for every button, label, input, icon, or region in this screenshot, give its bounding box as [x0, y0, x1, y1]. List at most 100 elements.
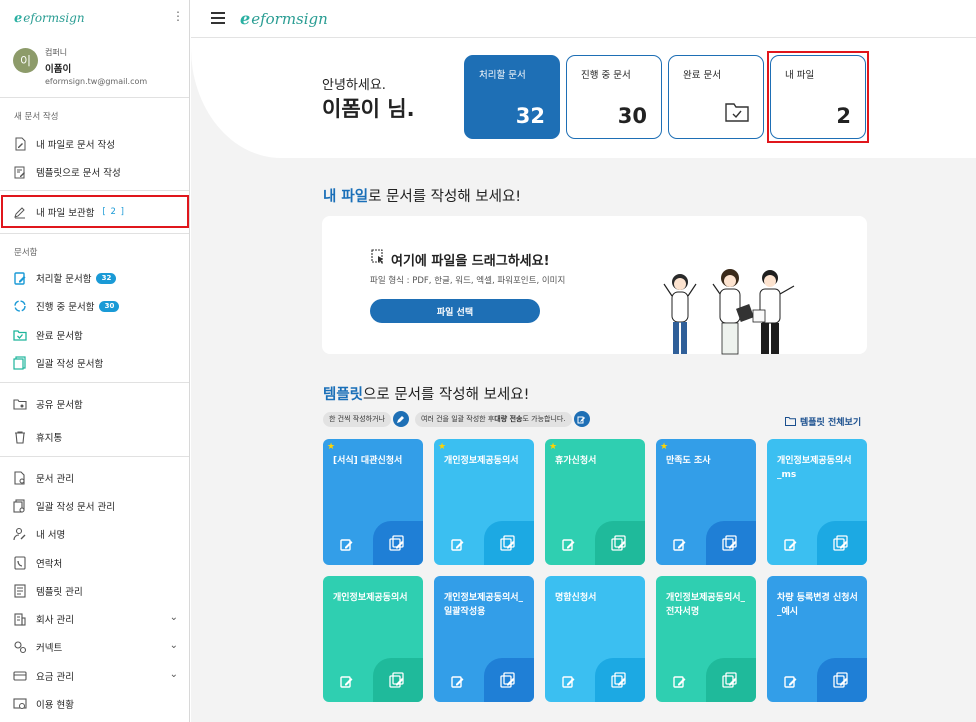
template-card[interactable]: ★ 휴가신청서: [545, 439, 645, 565]
sidebar-item-in-progress[interactable]: 진행 중 문서함 30: [0, 293, 189, 319]
stat-value: 32: [515, 104, 545, 128]
single-write-icon[interactable]: [340, 536, 354, 551]
bulk-write-icon[interactable]: [595, 521, 645, 565]
bulk-write-icon[interactable]: [373, 658, 423, 702]
single-write-icon[interactable]: [340, 673, 354, 688]
sidebar-item-label: 공유 문서함: [36, 400, 83, 411]
multi-pen-circle-icon: [573, 411, 590, 427]
template-hint-row: 한 건씩 작성하거나 여러 건을 일괄 작성한 후 대량 전송 도 가능합니다.: [323, 411, 596, 427]
template-card[interactable]: 명함신청서: [545, 576, 645, 702]
chevron-down-icon[interactable]: ⌄: [170, 669, 178, 680]
sidebar-item-completed[interactable]: 완료 문서함: [0, 322, 189, 348]
template-card[interactable]: ★ [서식] 대관신청서: [323, 439, 423, 565]
single-write-icon[interactable]: [451, 536, 465, 551]
bulk-write-icon[interactable]: [706, 658, 756, 702]
greeting-text: 안녕하세요.: [322, 78, 386, 93]
single-write-icon[interactable]: [451, 673, 465, 688]
chevron-down-icon[interactable]: ⌄: [170, 612, 178, 623]
stat-card-in-progress[interactable]: 진행 중 문서 30: [566, 55, 662, 139]
star-icon[interactable]: ★: [327, 442, 335, 452]
star-icon[interactable]: ★: [549, 442, 557, 452]
sidebar-item-bulk-manage[interactable]: 일괄 작성 문서 관리: [0, 493, 189, 519]
stat-card-to-process[interactable]: 처리할 문서 32: [464, 55, 560, 139]
single-write-icon[interactable]: [562, 536, 576, 551]
file-select-button[interactable]: 파일 선택: [370, 299, 540, 323]
template-card[interactable]: 개인정보제공동의서: [323, 576, 423, 702]
template-pen-icon: [13, 165, 27, 179]
sidebar-item-label: 내 서명: [36, 530, 66, 541]
bulk-write-icon[interactable]: [484, 521, 534, 565]
template-title: 명함신청서: [555, 593, 597, 603]
people-illustration: [658, 266, 818, 360]
sidebar-item-label: 커넥트: [36, 643, 63, 654]
bulk-write-icon[interactable]: [484, 658, 534, 702]
top-bar: ℯ eformsign: [191, 0, 976, 38]
upload-heading: 내 파일로 문서를 작성해 보세요!: [323, 189, 522, 205]
sidebar-item-usage[interactable]: 이용 현황: [0, 691, 189, 717]
header-logo[interactable]: ℯ eformsign: [240, 9, 328, 28]
sidebar-item-bulk-box[interactable]: 일괄 작성 문서함: [0, 350, 189, 376]
user-email: eformsign.tw@gmail.com: [45, 77, 148, 86]
template-card[interactable]: ★ 개인정보제공동의서: [434, 439, 534, 565]
template-title: 개인정보제공동의서_ms: [777, 456, 852, 480]
divider: [0, 382, 189, 383]
drag-file-icon: [370, 249, 386, 269]
sidebar-item-label: 템플릿 관리: [36, 587, 83, 598]
phone-book-icon: [13, 556, 27, 570]
template-title: [서식] 대관신청서: [333, 456, 403, 466]
single-write-icon[interactable]: [784, 536, 798, 551]
sidebar-item-label: 처리할 문서함: [36, 274, 92, 285]
sidebar-item-contacts[interactable]: 연락처: [0, 550, 189, 576]
template-card[interactable]: 차량 등록변경 신청서_예시: [767, 576, 867, 702]
sidebar-item-shared[interactable]: 공유 문서함: [0, 391, 189, 417]
sidebar-item-company-manage[interactable]: 회사 관리 ⌄: [0, 606, 189, 632]
bulk-write-icon[interactable]: [706, 521, 756, 565]
star-icon[interactable]: ★: [438, 442, 446, 452]
sidebar-item-billing[interactable]: 요금 관리 ⌄: [0, 663, 189, 689]
bulk-write-icon[interactable]: [817, 521, 867, 565]
sidebar-item-connect[interactable]: 커넥트 ⌄: [0, 634, 189, 660]
single-write-icon[interactable]: [673, 673, 687, 688]
sidebar-item-my-signature[interactable]: 내 서명: [0, 521, 189, 547]
divider: [0, 190, 189, 191]
template-card[interactable]: 개인정보제공동의서_ms: [767, 439, 867, 565]
section-label-doc-box: 문서함: [14, 248, 38, 258]
sidebar-item-trash[interactable]: 휴지통: [0, 424, 189, 450]
billing-icon: [13, 669, 27, 683]
bulk-write-icon[interactable]: [373, 521, 423, 565]
single-write-icon[interactable]: [784, 673, 798, 688]
hamburger-menu-icon[interactable]: [211, 12, 225, 24]
sidebar-logo[interactable]: ℯ eformsign: [14, 10, 85, 26]
user-name: 이폼이: [45, 64, 72, 75]
hint-pill-bulk: 여러 건을 일괄 작성한 후 대량 전송 도 가능합니다.: [414, 411, 572, 427]
template-title: 개인정보제공동의서: [444, 456, 519, 466]
eformsign-logo-icon: ℯ: [14, 10, 23, 26]
sidebar-item-template-manage[interactable]: 템플릿 관리: [0, 578, 189, 604]
template-card[interactable]: ★ 만족도 조사: [656, 439, 756, 565]
template-card[interactable]: 개인정보제공동의서_일괄작성용: [434, 576, 534, 702]
kebab-menu-icon[interactable]: ⋮: [172, 9, 184, 23]
sidebar-item-label: 이용 현황: [36, 700, 74, 711]
count-badge: 32: [96, 272, 117, 284]
star-icon[interactable]: ★: [660, 442, 668, 452]
bulk-write-icon[interactable]: [595, 658, 645, 702]
stat-card-completed[interactable]: 완료 문서: [668, 55, 764, 139]
avatar[interactable]: 이: [13, 48, 38, 73]
chevron-down-icon[interactable]: ⌄: [170, 640, 178, 651]
bulk-write-icon[interactable]: [817, 658, 867, 702]
file-drop-zone[interactable]: 여기에 파일을 드래그하세요! 파일 형식 : PDF, 한글, 워드, 엑셀,…: [322, 216, 867, 355]
single-write-icon[interactable]: [673, 536, 687, 551]
folder-check-icon: [725, 102, 749, 126]
sidebar-item-create-from-file[interactable]: 내 파일로 문서 작성: [0, 131, 189, 157]
single-write-icon[interactable]: [562, 673, 576, 688]
sidebar-item-create-from-template[interactable]: 템플릿으로 문서 작성: [0, 159, 189, 185]
sidebar-item-doc-manage[interactable]: 문서 관리: [0, 465, 189, 491]
sidebar-item-to-process[interactable]: 처리할 문서함 32: [0, 265, 189, 291]
file-pen-icon: [13, 137, 27, 151]
usage-chart-icon: [13, 697, 27, 711]
view-all-templates-link[interactable]: 템플릿 전체보기: [785, 415, 861, 428]
sidebar-item-label: 완료 문서함: [36, 331, 83, 342]
sidebar: ℯ eformsign ⋮ 이 컴퍼니 이폼이 eformsign.tw@gma…: [0, 0, 190, 722]
sidebar-item-label: 문서 관리: [36, 474, 74, 485]
template-card[interactable]: 개인정보제공동의서_전자서명: [656, 576, 756, 702]
